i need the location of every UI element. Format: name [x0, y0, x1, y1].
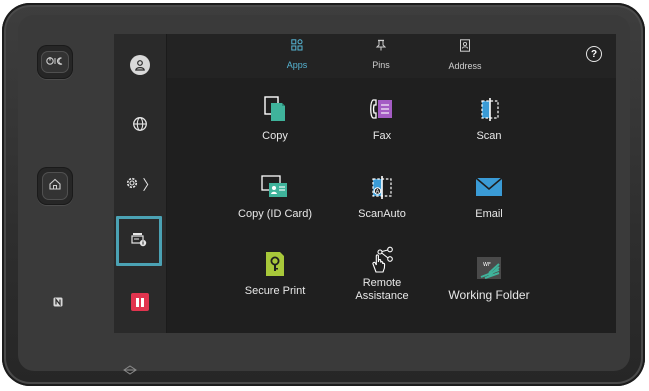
sidebar-item-job-status[interactable] — [116, 216, 162, 266]
working-folder-icon: WF — [475, 253, 503, 283]
app-fax[interactable]: Fax — [327, 94, 437, 158]
power-sleep-button[interactable] — [37, 45, 73, 79]
home-button[interactable] — [37, 167, 73, 205]
app-email[interactable]: Email — [434, 172, 544, 236]
power-sleep-icon — [45, 53, 65, 71]
top-tab-bar: Apps Pins Address ? — [167, 34, 616, 78]
chevron-right-icon: 〉 — [142, 177, 157, 193]
email-icon — [475, 172, 503, 202]
svg-text:WF: WF — [483, 262, 491, 268]
scan-auto-icon: A — [368, 172, 396, 202]
app-remote-assistance[interactable]: Remote Assistance — [327, 245, 437, 309]
apps-grid: Copy Fax Scan Copy (ID Card) A ScanAuto … — [167, 78, 616, 333]
user-icon — [130, 55, 150, 75]
app-remote-assistance-label: Remote Assistance — [355, 277, 409, 302]
tab-address-label: Address — [448, 61, 482, 71]
tab-apps-label: Apps — [286, 60, 308, 70]
app-copy-id-card[interactable]: Copy (ID Card) — [220, 172, 330, 236]
id-card-copy-icon — [261, 172, 289, 202]
apps-grid-icon — [291, 34, 303, 56]
remote-assistance-icon — [369, 245, 395, 275]
home-icon — [48, 177, 62, 196]
tab-pins[interactable]: Pins — [349, 34, 413, 78]
svg-text:A: A — [376, 189, 380, 195]
sidebar-item-stop[interactable] — [116, 278, 164, 326]
pin-icon — [375, 34, 387, 56]
app-working-folder-label: Working Folder — [448, 288, 530, 302]
app-email-label: Email — [475, 208, 503, 220]
app-working-folder[interactable]: WF Working Folder — [434, 253, 544, 317]
stop-icon — [131, 293, 149, 311]
touch-screen: 〉 Apps Pins Address ? Copy Fax Scan Copy… — [114, 34, 616, 333]
app-scan-auto-label: ScanAuto — [358, 208, 406, 220]
scan-icon — [476, 94, 502, 124]
secure-print-icon — [264, 249, 286, 279]
gear-icon — [124, 175, 140, 196]
tab-address[interactable]: Address — [433, 34, 497, 78]
app-secure-print-label: Secure Print — [244, 285, 306, 297]
nfc-icon — [52, 296, 64, 308]
sidebar-item-user[interactable] — [116, 41, 164, 89]
address-book-icon — [459, 34, 471, 57]
tab-pins-label: Pins — [372, 60, 390, 70]
app-fax-label: Fax — [372, 130, 392, 142]
copy-icon — [263, 94, 287, 124]
app-copy-label: Copy — [262, 130, 288, 142]
app-scan-label: Scan — [476, 130, 502, 142]
brand-mark-icon — [123, 364, 137, 376]
sidebar-item-language[interactable] — [116, 102, 164, 150]
sidebar: 〉 — [114, 34, 167, 333]
globe-icon — [132, 116, 148, 137]
app-copy-id-card-label: Copy (ID Card) — [238, 208, 312, 220]
help-button[interactable]: ? — [586, 46, 602, 62]
sidebar-item-device-settings[interactable]: 〉 — [116, 161, 164, 209]
app-scan-auto[interactable]: A ScanAuto — [327, 172, 437, 236]
fax-icon — [369, 94, 395, 124]
app-copy[interactable]: Copy — [220, 94, 330, 158]
printer-info-icon — [131, 231, 147, 252]
app-scan[interactable]: Scan — [434, 94, 544, 158]
tab-apps[interactable]: Apps — [265, 34, 329, 78]
app-secure-print[interactable]: Secure Print — [220, 249, 330, 313]
